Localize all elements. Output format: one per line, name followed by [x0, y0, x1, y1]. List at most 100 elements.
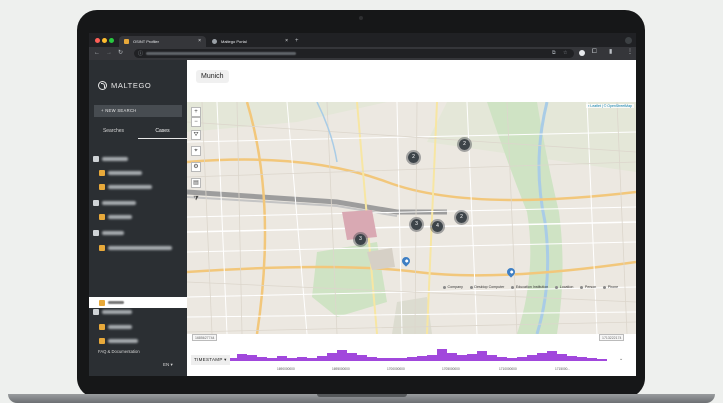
map-cluster[interactable]: 4	[430, 219, 445, 234]
share-icon[interactable]: ⧉	[552, 50, 556, 56]
histogram-bar	[317, 356, 327, 361]
extensions-puzzle-icon[interactable]: ⧠	[592, 47, 597, 58]
timeline-tick: 1690000000	[277, 367, 295, 371]
histogram-bar	[587, 357, 597, 361]
close-tab-icon[interactable]: ×	[285, 36, 288, 47]
legend-dot-icon	[469, 285, 473, 289]
funnel-filter-icon[interactable]: ⧩	[191, 195, 201, 205]
language-select[interactable]: EN ▾	[163, 362, 173, 368]
graph-file-icon	[99, 184, 105, 190]
new-search-button[interactable]: + NEW SEARCH	[94, 105, 182, 117]
selected-case-munich[interactable]	[89, 297, 187, 308]
case-item[interactable]	[99, 323, 183, 332]
graph-file-icon	[99, 299, 105, 306]
legend-dot-icon	[580, 285, 584, 289]
extension-icon[interactable]	[579, 50, 585, 56]
filter-tool-icon[interactable]: ⛛	[191, 130, 201, 140]
locate-tool-icon[interactable]: ⌖	[191, 146, 201, 156]
map-cluster[interactable]: 3	[409, 217, 424, 232]
histogram-bar	[507, 357, 517, 361]
histogram-bar	[237, 353, 247, 361]
histogram-bar	[467, 353, 477, 361]
bookmark-star-icon[interactable]: ☆	[563, 50, 567, 56]
settings-tool-icon[interactable]: ⚙	[191, 162, 201, 172]
histogram-bar	[597, 358, 607, 361]
case-folder[interactable]	[93, 229, 183, 238]
browser-tab-portal[interactable]: Maltego Portal ×	[207, 36, 293, 47]
histogram-bar	[487, 355, 497, 361]
case-header: Munich	[187, 60, 636, 83]
map-attribution[interactable]: ▪ Leaflet | © OpenStreetMap	[586, 104, 634, 108]
tab-search-icon[interactable]	[625, 37, 632, 44]
legend-item: Company	[443, 285, 463, 289]
case-folder[interactable]	[93, 308, 183, 317]
legend-dot-icon	[603, 285, 607, 289]
minimize-window-dot[interactable]	[102, 38, 107, 43]
timeline-tick: 1700000000	[387, 367, 405, 371]
site-info-icon[interactable]: ⓘ	[138, 50, 143, 57]
histogram-bar	[307, 358, 317, 361]
graph-file-icon	[99, 170, 105, 176]
zoom-out-button[interactable]: −	[191, 117, 201, 127]
screen: OSINT Profiler × Maltego Portal × + ← → …	[89, 33, 636, 376]
timeline-tick: 1695000000	[332, 367, 350, 371]
map[interactable]: ▪ Leaflet | © OpenStreetMap + − ⛛ ⌖ ⚙ ▤ …	[187, 102, 636, 334]
case-item[interactable]	[99, 244, 183, 253]
tab-searches[interactable]: Searches	[89, 126, 138, 139]
histogram-bar	[267, 357, 277, 361]
faq-link[interactable]: FAQ & Documentation	[98, 349, 140, 354]
timeline-tick: 1705000000	[442, 367, 460, 371]
favicon-icon	[124, 39, 129, 44]
blurred-label	[102, 201, 136, 205]
timeline-collapse-icon[interactable]: ⌄	[619, 356, 623, 362]
reload-icon[interactable]: ↻	[118, 48, 123, 59]
blurred-label	[108, 300, 124, 304]
case-item[interactable]	[99, 337, 183, 346]
histogram-bar	[287, 357, 297, 361]
histogram-bar	[497, 356, 507, 361]
timestamp-select[interactable]: TIMESTAMP ▾	[191, 355, 230, 365]
forward-icon[interactable]: →	[106, 48, 112, 59]
layers-tool-icon[interactable]: ▤	[191, 178, 201, 188]
map-cluster[interactable]: 2	[454, 210, 469, 225]
laptop-base	[8, 394, 715, 403]
map-cluster[interactable]: 2	[406, 150, 421, 165]
case-item[interactable]	[99, 169, 183, 178]
histogram-bar	[397, 357, 407, 361]
graph-file-icon	[99, 245, 105, 251]
close-window-dot[interactable]	[95, 38, 100, 43]
blurred-label	[108, 171, 142, 175]
blurred-label	[108, 246, 172, 250]
histogram-bar	[277, 356, 287, 361]
legend-item: Desktop Computer	[469, 285, 504, 289]
new-tab-button[interactable]: +	[295, 36, 299, 47]
legend-item: Person	[580, 285, 596, 289]
sidebar: MALTEGO + NEW SEARCH Searches Cases FAQ …	[89, 60, 187, 376]
browser-menu-icon[interactable]: ⋮	[627, 47, 633, 58]
close-tab-icon[interactable]: ×	[198, 36, 201, 47]
histogram-bar	[547, 351, 557, 361]
folder-icon	[93, 200, 99, 206]
browser-tab-osint[interactable]: OSINT Profiler ×	[119, 36, 206, 47]
histogram-bar	[477, 351, 487, 361]
case-item[interactable]	[99, 213, 183, 222]
zoom-in-button[interactable]: +	[191, 107, 201, 117]
case-item[interactable]	[99, 183, 183, 192]
map-cluster[interactable]: 3	[353, 232, 368, 247]
back-icon[interactable]: ←	[94, 48, 100, 59]
case-folder[interactable]	[93, 199, 183, 208]
histogram-bar	[447, 352, 457, 361]
side-panel-icon[interactable]: ▮	[609, 47, 612, 58]
graph-file-icon	[99, 338, 105, 344]
case-folder[interactable]	[93, 155, 183, 164]
tab-cases[interactable]: Cases	[138, 126, 187, 139]
favicon-icon	[212, 39, 217, 44]
graph-file-icon	[99, 214, 105, 220]
map-cluster[interactable]: 2	[457, 137, 472, 152]
address-bar[interactable]: ⓘ ⧉ ☆	[134, 49, 574, 58]
blurred-label	[102, 231, 124, 235]
histogram-bar	[377, 357, 387, 361]
maximize-window-dot[interactable]	[109, 38, 114, 43]
legend-dot-icon	[511, 285, 515, 289]
histogram-bar	[257, 357, 267, 361]
